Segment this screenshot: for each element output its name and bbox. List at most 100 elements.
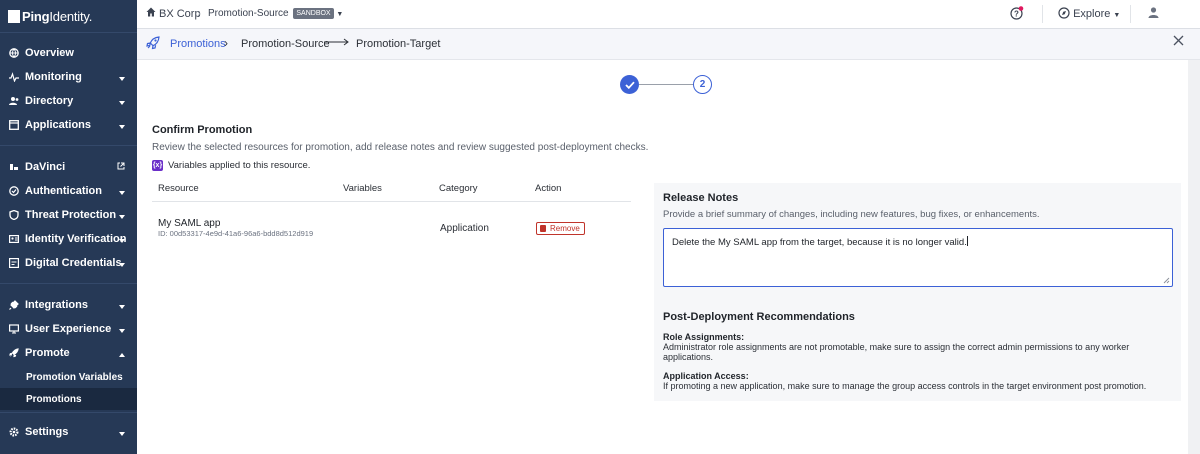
chevron-up-icon: [119, 348, 125, 360]
sidebar-item-label: Digital Credentials: [25, 257, 122, 269]
chevron-down-icon: [119, 427, 125, 439]
sidebar-item-threat-protection[interactable]: Threat Protection: [0, 203, 137, 227]
resize-handle-icon[interactable]: [1163, 277, 1170, 284]
sidebar-subitem-label: Promotions: [26, 393, 82, 405]
sidebar-item-label: User Experience: [25, 323, 112, 335]
text-cursor: [966, 236, 968, 246]
sidebar-item-label: Authentication: [25, 185, 102, 197]
sidebar-item-label: Threat Protection: [25, 209, 117, 221]
table-header-divider: [152, 201, 631, 202]
sidebar-item-applications[interactable]: Applications: [0, 113, 137, 137]
topbar-divider: [1130, 5, 1131, 23]
external-link-icon: [117, 161, 125, 173]
org-breadcrumb[interactable]: BX Corp: [159, 8, 201, 20]
release-notes-textarea[interactable]: Delete the My SAML app from the target, …: [663, 228, 1173, 287]
check-icon: [624, 81, 635, 89]
sidebar-item-label: Directory: [25, 95, 74, 107]
topbar-divider: [1042, 5, 1043, 23]
resource-id: ID: 00d53317-4e9d-41a6-96a6-bdd8d512d919: [158, 229, 314, 238]
variables-note-text: Variables applied to this resource.: [168, 160, 311, 171]
davinci-icon: [9, 162, 19, 172]
sidebar-item-label: Integrations: [25, 299, 88, 311]
sidebar-item-overview[interactable]: Overview: [0, 41, 137, 65]
sidebar-item-settings[interactable]: Settings: [0, 420, 137, 444]
sidebar: PingIdentity. Overview Monitoring Direct…: [0, 0, 137, 454]
column-header-resource: Resource: [158, 183, 199, 194]
gear-icon: [9, 427, 19, 437]
confirm-promotion-description: Review the selected resources for promot…: [152, 142, 649, 153]
help-icon[interactable]: ?: [1010, 6, 1024, 23]
sidebar-divider: [0, 412, 137, 413]
sidebar-item-label: DaVinci: [25, 161, 66, 173]
recommendations-title: Post-Deployment Recommendations: [663, 311, 855, 323]
confirm-promotion-title: Confirm Promotion: [152, 124, 253, 136]
home-icon[interactable]: [146, 7, 156, 20]
svg-text:?: ?: [1014, 9, 1019, 18]
variable-icon: {x}: [152, 160, 163, 171]
sidebar-item-label: Monitoring: [25, 71, 82, 83]
sidebar-item-digital-credentials[interactable]: Digital Credentials: [0, 251, 137, 275]
sidebar-item-label: Applications: [25, 119, 92, 131]
column-header-category: Category: [439, 183, 478, 194]
environment-name: Promotion-Source: [208, 8, 289, 19]
breadcrumb-promotions[interactable]: Promotions: [170, 38, 226, 50]
sidebar-item-identity-verification[interactable]: Identity Verification: [0, 227, 137, 251]
promotion-header: Promotions › Promotion-Source Promotion-…: [137, 29, 1200, 60]
sidebar-subitem-label: Promotion Variables: [26, 371, 123, 383]
column-header-action: Action: [535, 183, 562, 194]
sidebar-subitem-promotion-variables[interactable]: Promotion Variables: [0, 366, 137, 388]
release-notes-title: Release Notes: [663, 192, 739, 204]
sidebar-item-monitoring[interactable]: Monitoring: [0, 65, 137, 89]
sidebar-item-label: Settings: [25, 426, 69, 438]
chevron-down-icon: [119, 300, 125, 312]
globe-icon: [9, 48, 19, 58]
explore-label: Explore: [1073, 8, 1111, 20]
caret-down-icon: ▼: [1113, 12, 1121, 19]
remove-button[interactable]: Remove: [536, 222, 585, 235]
environment-badge: SANDBOX: [293, 8, 334, 19]
sidebar-item-user-experience[interactable]: User Experience: [0, 317, 137, 341]
chevron-down-icon: [119, 210, 125, 222]
monitor-icon: [9, 324, 19, 334]
chevron-down-icon: [119, 186, 125, 198]
chevron-down-icon: [119, 96, 125, 108]
column-header-variables: Variables: [343, 183, 382, 194]
release-notes-value: Delete the My SAML app from the target, …: [672, 237, 967, 248]
sidebar-divider: [0, 283, 137, 284]
chevron-down-icon: [119, 258, 125, 270]
variables-note: {x} Variables applied to this resource.: [152, 160, 310, 171]
ping-identity-logo[interactable]: PingIdentity.: [0, 0, 137, 33]
promotion-target: Promotion-Target: [356, 38, 441, 50]
credential-icon: [9, 258, 19, 268]
sidebar-item-directory[interactable]: Directory: [0, 89, 137, 113]
caret-down-icon: ▼: [336, 11, 344, 18]
sidebar-item-davinci[interactable]: DaVinci: [0, 155, 137, 179]
recommendation-label: Application Access:: [663, 371, 749, 381]
chevron-right-icon: ›: [224, 36, 228, 50]
compass-icon: [1058, 7, 1070, 20]
sidebar-item-label: Overview: [25, 47, 74, 59]
sidebar-item-integrations[interactable]: Integrations: [0, 293, 137, 317]
user-avatar-icon[interactable]: [1148, 7, 1159, 21]
page-scrollbar[interactable]: [1188, 60, 1200, 454]
environment-selector[interactable]: Promotion-Source SANDBOX ▼: [208, 8, 343, 19]
sidebar-item-promote[interactable]: Promote: [0, 341, 137, 365]
sidebar-item-label: Promote: [25, 347, 70, 359]
chevron-down-icon: [119, 234, 125, 246]
sidebar-item-authentication[interactable]: Authentication: [0, 179, 137, 203]
sidebar-subitem-promotions[interactable]: Promotions: [0, 388, 137, 410]
pulse-icon: [9, 72, 19, 82]
rocket-icon: [146, 36, 160, 53]
users-icon: [9, 96, 19, 106]
explore-menu[interactable]: Explore ▼: [1058, 7, 1120, 20]
chevron-down-icon: [119, 72, 125, 84]
close-icon[interactable]: [1173, 35, 1184, 49]
sidebar-divider: [0, 145, 137, 146]
chevron-down-icon: [119, 120, 125, 132]
trash-icon: [540, 225, 546, 232]
top-bar: BX Corp › Promotion-Source SANDBOX ▼ ? E…: [137, 0, 1200, 29]
resource-name: My SAML app: [158, 218, 221, 229]
stepper-connector: [639, 84, 694, 85]
plug-icon: [9, 300, 19, 310]
release-notes-description: Provide a brief summary of changes, incl…: [663, 209, 1040, 220]
